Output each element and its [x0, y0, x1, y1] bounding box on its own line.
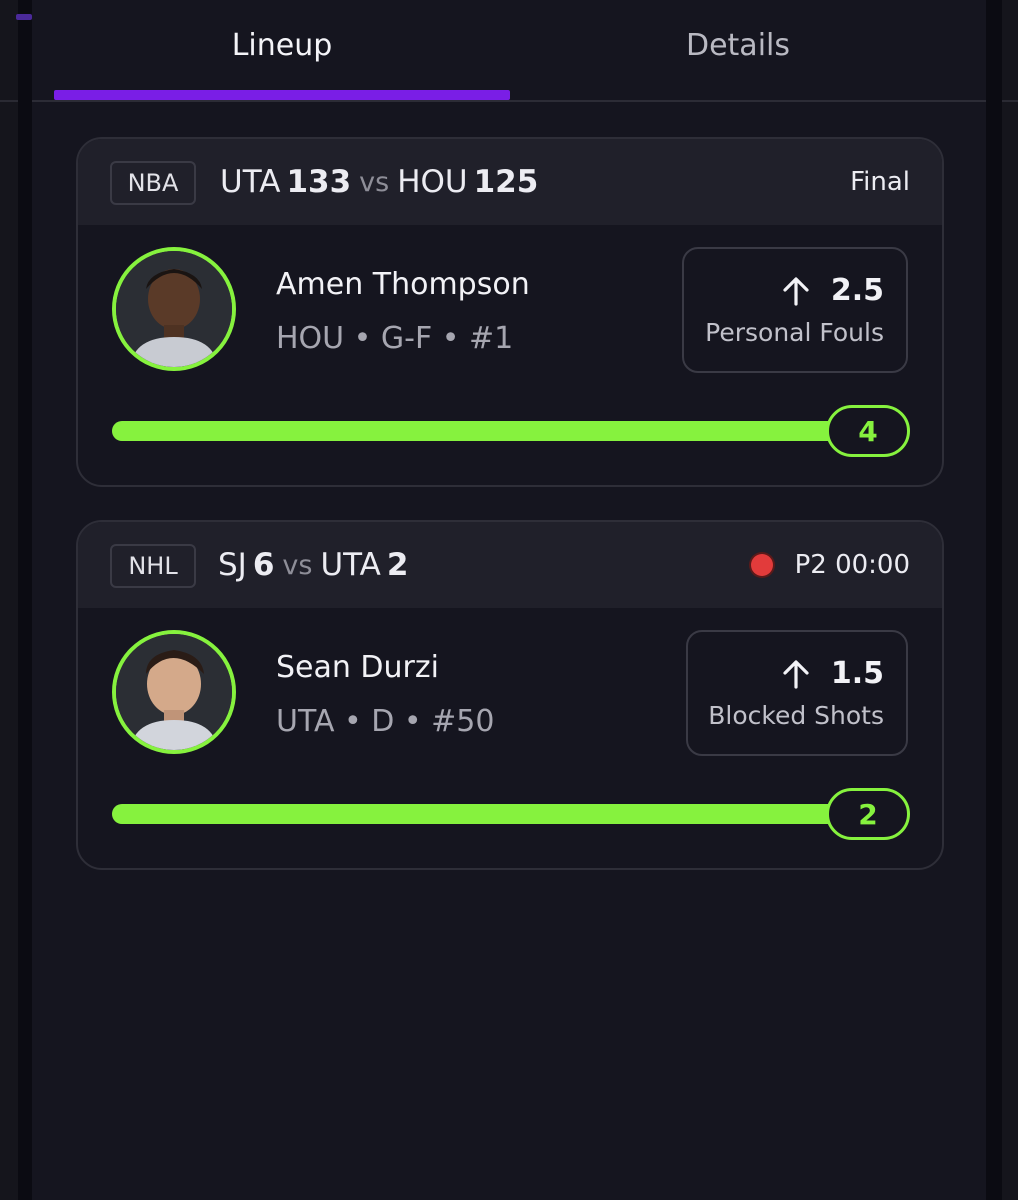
player-headshot-icon	[116, 251, 232, 367]
pick-card[interactable]: NHL SJ 6 vs UTA 2 P2 00:00 Sean Durzi UT…	[76, 520, 944, 870]
left-edge	[0, 0, 18, 1200]
active-tab-indicator	[54, 90, 510, 100]
projection-box[interactable]: 2.5 Personal Fouls	[682, 247, 908, 373]
league-badge: NBA	[110, 161, 196, 205]
tab-lineup[interactable]: Lineup	[54, 0, 510, 90]
player-avatar	[112, 630, 236, 754]
left-edge-divider	[0, 100, 18, 102]
player-headshot-icon	[116, 634, 232, 750]
vs-label: vs	[359, 166, 390, 198]
away-team: SJ	[218, 547, 247, 583]
game-status-text: Final	[850, 167, 910, 197]
scoreline: SJ 6 vs UTA 2	[218, 522, 408, 608]
away-team: UTA	[220, 164, 281, 200]
away-score: 6	[252, 547, 275, 583]
left-edge-accent	[16, 14, 32, 20]
game-status: P2 00:00	[750, 522, 910, 608]
game-header: NHL SJ 6 vs UTA 2 P2 00:00	[78, 522, 942, 608]
result-pill: 2	[826, 788, 910, 840]
progress-fill	[112, 421, 908, 441]
player-avatar	[112, 247, 236, 371]
away-score: 133	[286, 164, 352, 200]
player-meta: UTA • D • #50	[276, 704, 495, 739]
projection-line: 1.5	[830, 656, 884, 691]
game-status-text: P2 00:00	[794, 550, 910, 580]
progress-track	[112, 421, 908, 441]
right-edge-divider	[1002, 100, 1018, 102]
progress-track	[112, 804, 908, 824]
home-team: HOU	[397, 164, 468, 200]
player-meta: HOU • G-F • #1	[276, 321, 514, 356]
league-badge: NHL	[110, 544, 196, 588]
tab-details[interactable]: Details	[510, 0, 966, 90]
stat-label: Personal Fouls	[705, 318, 884, 347]
game-header: NBA UTA 133 vs HOU 125 Final	[78, 139, 942, 225]
tab-bar: Lineup Details	[32, 0, 986, 102]
home-score: 125	[473, 164, 539, 200]
result-pill: 4	[826, 405, 910, 457]
live-indicator-icon	[750, 554, 773, 576]
home-team: UTA	[320, 547, 381, 583]
lineup-panel: Lineup Details NBA UTA 133 vs HOU 125 Fi…	[32, 0, 986, 1200]
stat-label: Blocked Shots	[708, 701, 884, 730]
scoreline: UTA 133 vs HOU 125	[220, 139, 538, 225]
home-score: 2	[386, 547, 409, 583]
vs-label: vs	[282, 549, 313, 581]
projection-line: 2.5	[830, 273, 884, 308]
arrow-up-icon	[783, 659, 809, 689]
player-name: Sean Durzi	[276, 650, 439, 685]
progress-fill	[112, 804, 908, 824]
arrow-up-icon	[783, 276, 809, 306]
game-status: Final	[850, 139, 910, 225]
tab-divider	[32, 100, 986, 102]
right-edge	[1002, 0, 1018, 1200]
projection-box[interactable]: 1.5 Blocked Shots	[686, 630, 908, 756]
pick-card[interactable]: NBA UTA 133 vs HOU 125 Final Amen Thomps…	[76, 137, 944, 487]
player-name: Amen Thompson	[276, 267, 530, 302]
